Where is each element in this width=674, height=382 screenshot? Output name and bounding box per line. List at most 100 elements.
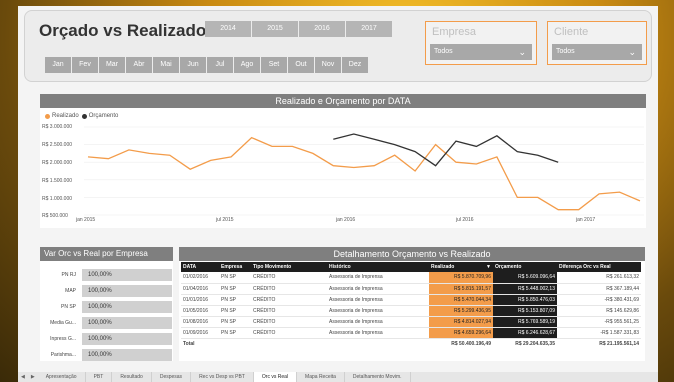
cell-tipo: CRÉDITO xyxy=(251,294,327,306)
var-row-bar: 100,00% xyxy=(82,269,172,281)
var-row[interactable]: Media Gu... 100,00% xyxy=(40,317,173,329)
tab-despesas[interactable]: Despesas xyxy=(152,372,192,382)
table-row[interactable]: 01/08/2016 PN SP CRÉDITO Assessoria de I… xyxy=(181,316,641,328)
column-header[interactable]: Realizado ▼ xyxy=(429,262,493,272)
var-row-bar: 100,00% xyxy=(82,349,172,361)
x-tick-label: jan 2017 xyxy=(576,217,596,223)
column-header[interactable]: Histórico xyxy=(327,262,429,272)
column-header[interactable]: Orçamento xyxy=(493,262,557,272)
total-realizado: R$ 50.400.196,49 xyxy=(451,340,491,347)
y-tick-label: R$ 1.000.000 xyxy=(42,196,73,202)
month-button[interactable]: Mar xyxy=(99,57,125,73)
tab-resultado[interactable]: Resultado xyxy=(112,372,152,382)
empresa-value: Todos xyxy=(434,48,453,55)
var-row[interactable]: Inpress G... 100,00% xyxy=(40,333,173,345)
tab-detalhamento[interactable]: Detalhamento Movim. xyxy=(345,372,411,382)
prev-page-icon[interactable]: ◀ xyxy=(18,372,28,382)
cell-orcamento: R$ 5.850.476,03 xyxy=(493,294,557,306)
cell-empresa: PN SP xyxy=(219,272,251,284)
year-button[interactable]: 2014 xyxy=(205,21,251,37)
month-button[interactable]: Jan xyxy=(45,57,71,73)
table-row[interactable]: 01/04/2016 PN SP CRÉDITO Assessoria de I… xyxy=(181,283,641,295)
column-header[interactable]: Empresa xyxy=(219,262,251,272)
y-tick-label: R$ 1.500.000 xyxy=(42,178,73,184)
year-button[interactable]: 2015 xyxy=(252,21,298,37)
x-tick-label: jul 2015 xyxy=(216,217,234,223)
month-button[interactable]: Abr xyxy=(126,57,152,73)
header-card: Orçado vs Realizado 2014 2015 2016 2017 … xyxy=(24,10,652,82)
month-button[interactable]: Dez xyxy=(342,57,368,73)
cell-realizado: R$ 5.815.191,57 xyxy=(429,283,493,295)
month-button[interactable]: Nov xyxy=(315,57,341,73)
cell-diferenca: -R$ 1.587.331,83 xyxy=(557,327,641,339)
cell-tipo: CRÉDITO xyxy=(251,305,327,317)
var-chart-card: Var Orc vs Real por Empresa PN RJ 100,00… xyxy=(40,247,173,361)
month-button[interactable]: Jun xyxy=(180,57,206,73)
cell-tipo: CRÉDITO xyxy=(251,327,327,339)
tab-rec-vs-desp[interactable]: Rec vs Desp vs PBT xyxy=(191,372,254,382)
tab-apresentacao[interactable]: Apresentação xyxy=(38,372,86,382)
cell-realizado: R$ 5.470.044,34 xyxy=(429,294,493,306)
year-slicer: 2014 2015 2016 2017 xyxy=(205,21,393,37)
series-realizado-line[interactable] xyxy=(87,136,641,211)
tab-pbt[interactable]: PBT xyxy=(86,372,113,382)
cell-data: 01/08/2016 xyxy=(181,316,219,328)
var-row[interactable]: MAP 100,00% xyxy=(40,285,173,297)
cell-tipo: CRÉDITO xyxy=(251,272,327,284)
var-row-name: Inpress G... xyxy=(50,336,76,342)
cell-historico: Assessoria de Imprensa xyxy=(327,327,429,339)
cell-orcamento: R$ 5.153.807,09 xyxy=(493,305,557,317)
empresa-label: Empresa xyxy=(432,26,477,38)
chevron-down-icon: ⌄ xyxy=(518,47,526,57)
table-row[interactable]: 01/02/2016 PN SP CRÉDITO Assessoria de I… xyxy=(181,272,641,284)
year-button[interactable]: 2017 xyxy=(346,21,392,37)
table-row[interactable]: 01/01/2016 PN SP CRÉDITO Assessoria de I… xyxy=(181,294,641,306)
month-button[interactable]: Set xyxy=(261,57,287,73)
cell-empresa: PN SP xyxy=(219,294,251,306)
cliente-dropdown[interactable]: Todos ⌄ xyxy=(552,44,642,60)
cell-historico: Assessoria de Imprensa xyxy=(327,316,429,328)
var-row-bar: 100,00% xyxy=(82,301,172,313)
month-button[interactable]: Jul xyxy=(207,57,233,73)
tab-mapa-receita[interactable]: Mapa Receita xyxy=(297,372,345,382)
cell-empresa: PN SP xyxy=(219,283,251,295)
cell-orcamento: R$ 6.246.628,67 xyxy=(493,327,557,339)
month-button[interactable]: Fev xyxy=(72,57,98,73)
empresa-dropdown[interactable]: Todos ⌄ xyxy=(430,44,532,60)
y-tick-label: R$ 3.000.000 xyxy=(42,124,73,130)
series-orcamento-line[interactable] xyxy=(333,133,559,167)
line-chart-title: Realizado e Orçamento por DATA xyxy=(40,94,646,108)
cell-diferenca: -R$ 380.431,69 xyxy=(557,294,641,306)
var-row[interactable]: PN RJ 100,00% xyxy=(40,269,173,281)
column-header-label: Realizado xyxy=(431,264,455,270)
detail-table-title: Detalhamento Orçamento vs Realizado xyxy=(179,247,645,261)
table-row[interactable]: 01/05/2016 PN SP CRÉDITO Assessoria de I… xyxy=(181,305,641,317)
var-row-name: PN SP xyxy=(60,304,76,310)
legend-realizado[interactable]: Realizado xyxy=(52,113,79,119)
column-header[interactable]: DATA xyxy=(181,262,219,272)
month-button[interactable]: Ago xyxy=(234,57,260,73)
cell-realizado: R$ 5.870.709,96 xyxy=(429,272,493,284)
legend-realizado-dot xyxy=(45,113,50,119)
column-header[interactable]: Diferença Orc vs Real xyxy=(557,262,641,272)
table-header-row: DATA Empresa Tipo Movimento Histórico Re… xyxy=(181,262,641,272)
var-row[interactable]: PN SP 100,00% xyxy=(40,301,173,313)
next-page-icon[interactable]: ▶ xyxy=(28,372,38,382)
table-row[interactable]: 01/09/2016 PN SP CRÉDITO Assessoria de I… xyxy=(181,327,641,339)
cell-historico: Assessoria de Imprensa xyxy=(327,305,429,317)
column-header[interactable]: Tipo Movimento xyxy=(251,262,327,272)
cliente-value: Todos xyxy=(556,48,575,55)
y-tick-label: R$ 2.500.000 xyxy=(42,142,73,148)
cell-historico: Assessoria de Imprensa xyxy=(327,283,429,295)
cell-diferenca: -R$ 955.561,25 xyxy=(557,316,641,328)
month-button[interactable]: Out xyxy=(288,57,314,73)
line-chart-card: Realizado e Orçamento por DATA Realizado… xyxy=(40,94,646,228)
var-row[interactable]: Parishma... 100,00% xyxy=(40,349,173,361)
year-button[interactable]: 2016 xyxy=(299,21,345,37)
cell-orcamento: R$ 5.609.096,64 xyxy=(493,272,557,284)
x-tick-label: jan 2015 xyxy=(76,217,96,223)
tab-orc-vs-real[interactable]: Orc vs Real xyxy=(253,372,298,382)
month-button[interactable]: Mai xyxy=(153,57,179,73)
total-orcamento: R$ 29.204.635,35 xyxy=(515,340,555,347)
total-diferenca: R$ 21.195.561,14 xyxy=(599,340,639,347)
